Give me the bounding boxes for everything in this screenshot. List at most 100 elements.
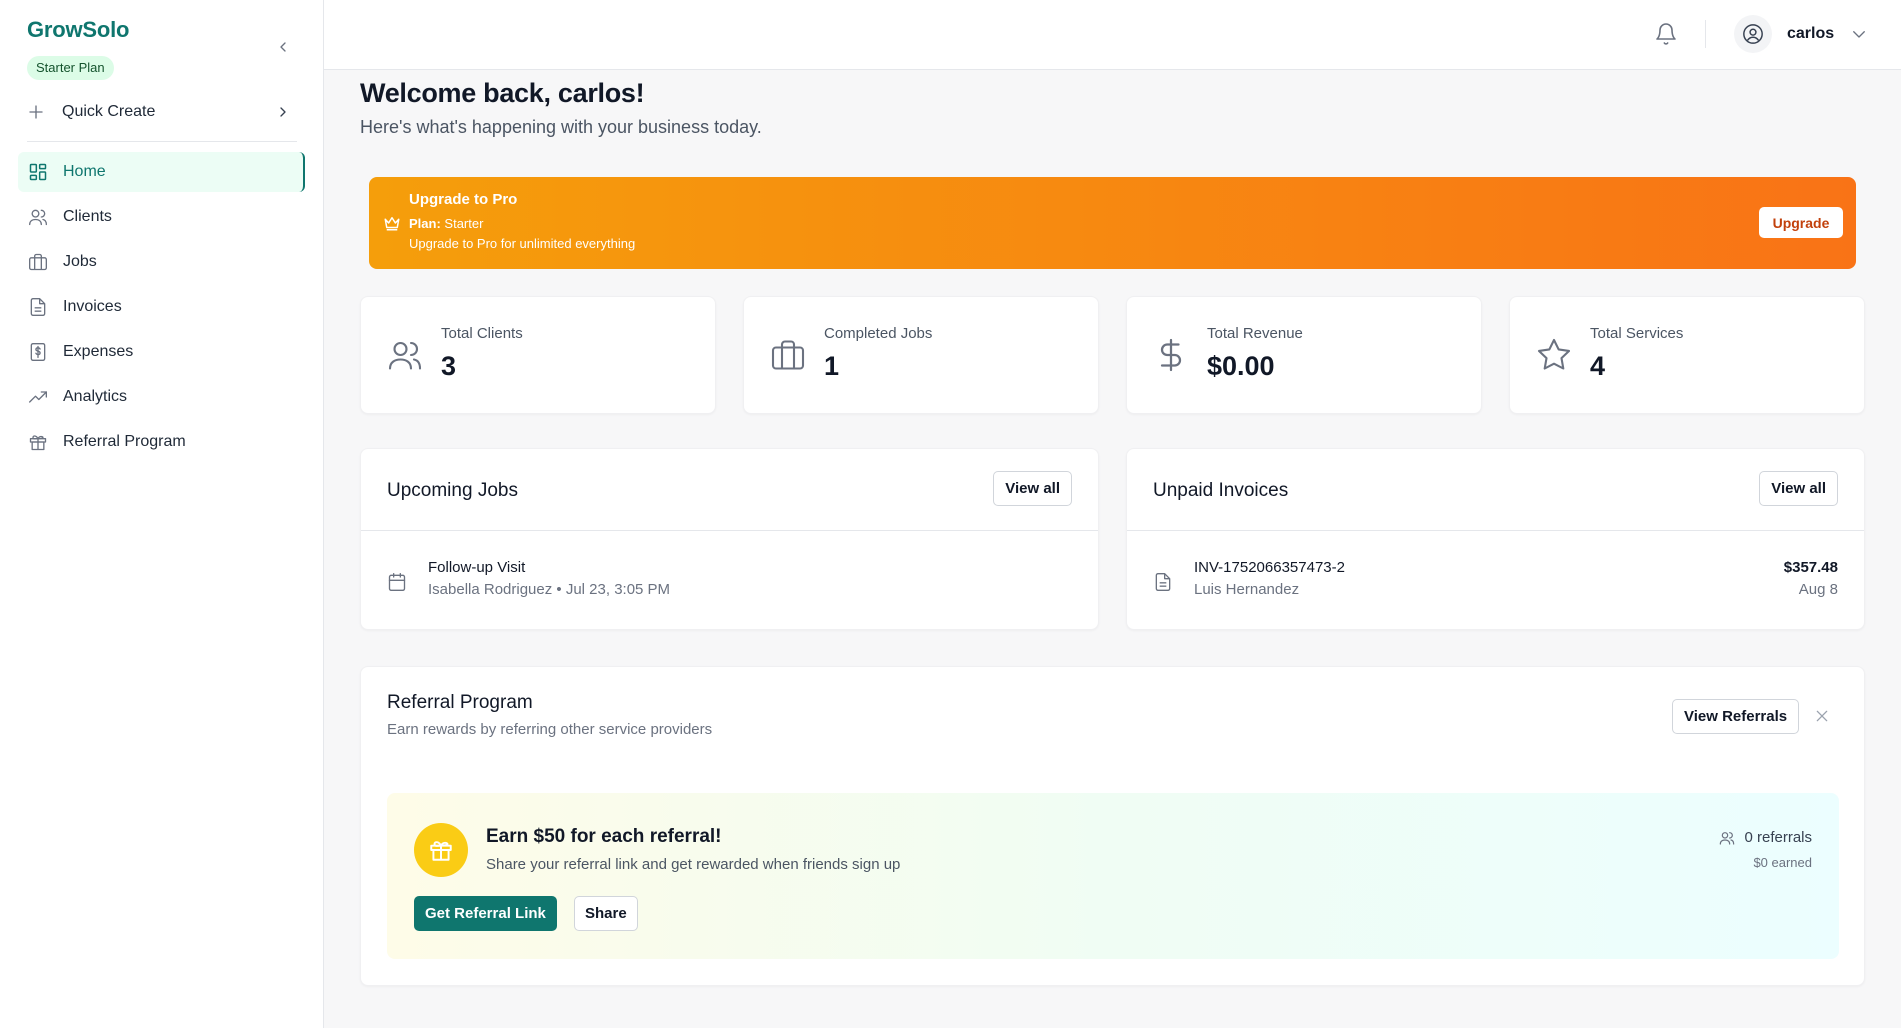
stat-label: Total Revenue bbox=[1207, 325, 1303, 342]
page-subtitle: Here's what's happening with your busine… bbox=[360, 117, 762, 137]
sidebar-item-jobs[interactable]: Jobs bbox=[18, 242, 305, 282]
upgrade-plan: Plan: Starter bbox=[409, 216, 483, 231]
sidebar-item-label: Clients bbox=[63, 208, 112, 225]
referral-count-text: 0 referrals bbox=[1744, 829, 1812, 846]
calendar-icon bbox=[388, 573, 406, 591]
gift-icon bbox=[430, 841, 452, 861]
sidebar-item-label: Analytics bbox=[63, 388, 128, 405]
stat-value: 4 bbox=[1590, 351, 1606, 381]
star-icon bbox=[1537, 338, 1571, 370]
avatar bbox=[1734, 15, 1772, 53]
quick-create-button[interactable]: Quick Create bbox=[27, 98, 297, 126]
upgrade-title: Upgrade to Pro bbox=[409, 191, 518, 208]
referral-earned: $0 earned bbox=[1753, 855, 1812, 870]
stat-label: Completed Jobs bbox=[824, 325, 933, 342]
topbar-divider bbox=[1705, 20, 1706, 48]
list-item[interactable]: INV-1752066357473-2 Luis Hernandez $357.… bbox=[1127, 531, 1864, 629]
chevron-left-icon bbox=[280, 42, 286, 52]
job-title: Follow-up Visit bbox=[428, 559, 526, 576]
referral-card-title: Earn $50 for each referral! bbox=[486, 826, 722, 847]
view-referrals-button[interactable]: View Referrals bbox=[1672, 699, 1800, 734]
stat-value: $0.00 bbox=[1207, 351, 1275, 381]
stat-card-completed-jobs: Completed Jobs 1 bbox=[743, 296, 1099, 414]
view-all-invoices-button[interactable]: View all bbox=[1759, 471, 1838, 506]
username: carlos bbox=[1787, 25, 1835, 42]
stat-card-total-services: Total Services 4 bbox=[1509, 296, 1865, 414]
gift-badge bbox=[414, 823, 468, 877]
list-item[interactable]: Follow-up Visit Isabella Rodriguez • Jul… bbox=[361, 531, 1098, 629]
sidebar-nav: Home Clients Jobs Invoices Expenses Anal… bbox=[18, 152, 305, 467]
sidebar-item-label: Referral Program bbox=[63, 433, 186, 450]
close-icon bbox=[1816, 710, 1828, 722]
upgrade-banner: Upgrade to Pro Plan: Starter Upgrade to … bbox=[369, 177, 1856, 269]
job-subtitle: Isabella Rodriguez • Jul 23, 3:05 PM bbox=[428, 581, 671, 598]
sidebar-item-label: Jobs bbox=[63, 253, 97, 270]
stat-value: 1 bbox=[824, 351, 840, 381]
plan-badge: Starter Plan bbox=[27, 56, 114, 80]
chevron-right-icon bbox=[280, 107, 286, 117]
share-button[interactable]: Share bbox=[574, 896, 638, 931]
get-referral-link-button[interactable]: Get Referral Link bbox=[414, 896, 557, 931]
bell-icon bbox=[1656, 23, 1676, 45]
sidebar-item-label: Home bbox=[63, 163, 106, 180]
panel-title: Upcoming Jobs bbox=[387, 480, 518, 501]
sidebar-divider bbox=[27, 141, 297, 142]
referral-card: Earn $50 for each referral! Share your r… bbox=[387, 793, 1839, 959]
collapse-sidebar-button[interactable] bbox=[272, 36, 294, 58]
document-icon bbox=[28, 297, 48, 317]
briefcase-icon bbox=[28, 252, 48, 272]
dollar-icon bbox=[1160, 338, 1182, 372]
panel-title: Unpaid Invoices bbox=[1153, 480, 1289, 501]
brand-logo[interactable]: GrowSolo bbox=[27, 17, 129, 43]
invoice-date: Aug 8 bbox=[1798, 581, 1838, 598]
stat-label: Total Clients bbox=[441, 325, 523, 342]
chevron-down-icon bbox=[1853, 31, 1866, 38]
receipt-icon bbox=[28, 342, 48, 362]
notifications-button[interactable] bbox=[1654, 22, 1678, 46]
sidebar-item-home[interactable]: Home bbox=[18, 152, 305, 192]
invoice-client: Luis Hernandez bbox=[1194, 581, 1300, 598]
quick-create-label: Quick Create bbox=[62, 103, 156, 120]
users-icon bbox=[388, 341, 422, 370]
view-all-jobs-button[interactable]: View all bbox=[993, 471, 1072, 506]
upgrade-description: Upgrade to Pro for unlimited everything bbox=[409, 236, 636, 251]
panel-title: Referral Program bbox=[387, 692, 533, 713]
upcoming-jobs-panel: Upcoming Jobs View all Follow-up Visit I… bbox=[360, 448, 1099, 630]
stats-row: Total Clients 3 Completed Jobs 1 Total R… bbox=[360, 296, 1865, 414]
grid-icon bbox=[28, 162, 48, 182]
panel-header: Unpaid Invoices View all bbox=[1127, 449, 1864, 531]
sidebar: GrowSolo Starter Plan Quick Create Home … bbox=[0, 0, 324, 1028]
sidebar-item-invoices[interactable]: Invoices bbox=[18, 287, 305, 327]
stat-card-total-revenue: Total Revenue $0.00 bbox=[1126, 296, 1482, 414]
referral-card-description: Share your referral link and get rewarde… bbox=[486, 856, 901, 873]
upgrade-plan-label: Plan: bbox=[409, 216, 441, 231]
briefcase-icon bbox=[771, 340, 805, 370]
panel-subtitle: Earn rewards by referring other service … bbox=[387, 721, 713, 738]
sidebar-item-label: Expenses bbox=[63, 343, 134, 360]
sidebar-item-clients[interactable]: Clients bbox=[18, 197, 305, 237]
top-bar: carlos bbox=[324, 0, 1901, 70]
sidebar-item-expenses[interactable]: Expenses bbox=[18, 332, 305, 372]
close-referral-button[interactable] bbox=[1814, 708, 1830, 724]
user-circle-icon bbox=[1743, 24, 1763, 44]
unpaid-invoices-panel: Unpaid Invoices View all INV-17520663574… bbox=[1126, 448, 1865, 630]
stat-card-total-clients: Total Clients 3 bbox=[360, 296, 716, 414]
stat-value: 3 bbox=[441, 351, 457, 381]
upgrade-plan-value: Starter bbox=[444, 216, 484, 231]
panel-header: Upcoming Jobs View all bbox=[361, 449, 1098, 531]
users-icon bbox=[28, 207, 48, 227]
users-icon bbox=[1720, 831, 1735, 845]
referral-count: 0 referrals bbox=[1719, 829, 1812, 846]
sidebar-item-referral-program[interactable]: Referral Program bbox=[18, 422, 305, 462]
sidebar-item-analytics[interactable]: Analytics bbox=[18, 377, 305, 417]
trending-up-icon bbox=[28, 387, 48, 407]
invoice-amount: $357.48 bbox=[1783, 559, 1838, 576]
invoice-number: INV-1752066357473-2 bbox=[1194, 559, 1345, 576]
page-title: Welcome back, carlos! bbox=[360, 78, 645, 108]
crown-icon bbox=[384, 217, 400, 231]
plus-icon bbox=[29, 105, 43, 119]
upgrade-button[interactable]: Upgrade bbox=[1759, 207, 1843, 238]
document-icon bbox=[1155, 573, 1171, 591]
user-menu[interactable]: carlos bbox=[1734, 15, 1868, 53]
gift-icon bbox=[28, 432, 48, 452]
